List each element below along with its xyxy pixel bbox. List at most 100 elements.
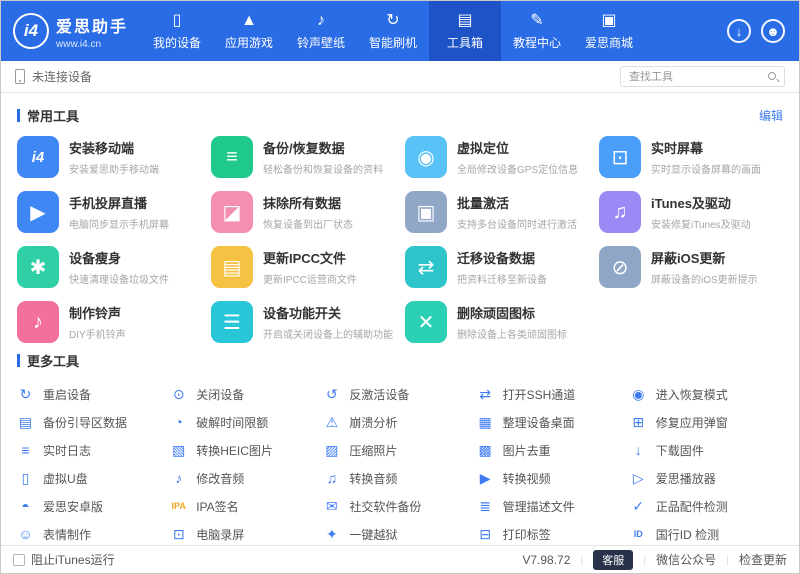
tool-text: 更新IPCC文件 更新IPCC运营商文件 xyxy=(263,248,357,286)
tool-convert-video[interactable]: ▶ 转换视频 xyxy=(477,464,630,492)
tool-screen-mirroring[interactable]: ▶ 手机投屏直播 电脑同步显示手机屏幕 xyxy=(17,190,201,234)
tool-fix-app-popup[interactable]: ⊞ 修复应用弹窗 xyxy=(630,408,783,436)
tool-i4-android[interactable]: ◓ 爱思安卓版 xyxy=(17,492,170,520)
tool-print-label[interactable]: ⊟ 打印标签 xyxy=(477,520,630,545)
nav-tutorial-center[interactable]: ✎ 教程中心 xyxy=(501,1,573,61)
tool-shutdown-device[interactable]: ⊙ 关闭设备 xyxy=(170,380,323,408)
erase-all-data-icon: ◪ xyxy=(211,191,253,233)
tool-device-switches[interactable]: ☰ 设备功能开关 开启或关闭设备上的辅助功能 xyxy=(211,300,395,344)
device-search-bar: 未连接设备 xyxy=(1,61,799,93)
edit-link[interactable]: 编辑 xyxy=(759,107,783,124)
install-mobile-icon: i4 xyxy=(17,136,59,178)
tool-backup-boot-data[interactable]: ▤ 备份引导区数据 xyxy=(17,408,170,436)
tool-virtual-usb-drive[interactable]: ▯ 虚拟U盘 xyxy=(17,464,170,492)
nav-smart-flash[interactable]: ↻ 智能刷机 xyxy=(357,1,429,61)
download-button[interactable]: ↓ xyxy=(727,19,751,43)
tool-erase-all-data[interactable]: ◪ 抹除所有数据 恢复设备到出厂状态 xyxy=(211,190,395,234)
search-icon[interactable] xyxy=(768,72,776,80)
tool-convert-audio[interactable]: ♫ 转换音频 xyxy=(323,464,476,492)
open-ssh-tunnel-icon: ⇄ xyxy=(479,385,491,402)
nav-i4-store[interactable]: ▣ 爱思商城 xyxy=(573,1,645,61)
tool-realtime-screen[interactable]: ⊡ 实时屏幕 实时显示设备屏幕的画面 xyxy=(599,135,783,179)
search-input[interactable] xyxy=(629,70,762,83)
common-tools-grid: i4 安装移动端 安装爱思助手移动端 ≡ 备份/恢复数据 轻松备份和恢复设备的资料 ◉ 虚拟定… xyxy=(17,135,783,344)
tool-update-ipcc[interactable]: ▤ 更新IPCC文件 更新IPCC运营商文件 xyxy=(211,245,395,289)
checkbox-icon[interactable] xyxy=(13,553,25,566)
tool-one-click-jailbreak[interactable]: ✦ 一键越狱 xyxy=(323,520,476,545)
device-slimming-icon: ✱ xyxy=(17,246,59,288)
tool-crash-analysis[interactable]: ⚠ 崩溃分析 xyxy=(323,408,476,436)
my-devices-icon: ▯ xyxy=(172,11,182,29)
tool-organize-home-screen[interactable]: ▦ 整理设备桌面 xyxy=(477,408,630,436)
tool-label: 打开SSH通道 xyxy=(502,387,576,402)
device-switches-icon: ☰ xyxy=(211,301,253,343)
tool-install-mobile[interactable]: i4 安装移动端 安装爱思助手移动端 xyxy=(17,135,201,179)
tool-open-ssh-tunnel[interactable]: ⇄ 打开SSH通道 xyxy=(477,380,630,408)
footer-actions: V7.98.72 | 客服 | 微信公众号 | 检查更新 xyxy=(522,549,787,570)
nav-apps-games[interactable]: ▲ 应用游戏 xyxy=(213,1,285,61)
tool-emoji-maker[interactable]: ☺ 表情制作 xyxy=(17,520,170,545)
tool-title: 迁移设备数据 xyxy=(457,251,536,266)
logo-text: 爱思助手 www.i4.cn xyxy=(56,13,128,50)
nav-toolbox[interactable]: ▤ 工具箱 xyxy=(429,1,501,61)
tool-device-slimming[interactable]: ✱ 设备瘦身 快速清理设备垃圾文件 xyxy=(17,245,201,289)
tool-enter-recovery-mode[interactable]: ◉ 进入恢复模式 xyxy=(630,380,783,408)
tool-compress-photos[interactable]: ▨ 压缩照片 xyxy=(323,436,476,464)
support-button[interactable]: 客服 xyxy=(593,549,634,570)
tool-subtitle: 电脑同步显示手机屏幕 xyxy=(69,220,169,231)
tool-label: 一键越狱 xyxy=(349,527,398,542)
app-logo[interactable]: i4 爱思助手 www.i4.cn xyxy=(1,1,141,61)
tool-batch-activation[interactable]: ▣ 批量激活 支持多台设备同时进行激活 xyxy=(405,190,589,234)
tool-title: 实时屏幕 xyxy=(651,141,704,156)
tool-migrate-device-data[interactable]: ⇄ 迁移设备数据 把资料迁移至新设备 xyxy=(405,245,589,289)
tool-restart-device[interactable]: ↻ 重启设备 xyxy=(17,380,170,408)
tool-ipa-signing[interactable]: IPA IPA签名 xyxy=(170,492,323,520)
tool-label: 图片去重 xyxy=(502,443,551,458)
wechat-link[interactable]: 微信公众号 xyxy=(656,551,716,568)
common-tools-title: 常用工具 xyxy=(27,108,80,124)
tool-manage-profiles[interactable]: ≣ 管理描述文件 xyxy=(477,492,630,520)
tutorial-center-icon: ✎ xyxy=(530,11,544,29)
tool-block-ios-update[interactable]: ⊘ 屏蔽iOS更新 屏蔽设备的iOS更新提示 xyxy=(599,245,783,289)
tool-dedupe-images[interactable]: ▩ 图片去重 xyxy=(477,436,630,464)
tool-label: 国行ID 检测 xyxy=(655,527,720,542)
tool-crack-screen-time[interactable]: ◔ 破解时间限额 xyxy=(170,408,323,436)
tool-social-app-backup[interactable]: ✉ 社交软件备份 xyxy=(323,492,476,520)
tool-edit-audio[interactable]: ♪ 修改音频 xyxy=(170,464,323,492)
device-status: 未连接设备 xyxy=(15,68,92,85)
search-box[interactable] xyxy=(620,66,785,87)
tool-label: 转换音频 xyxy=(349,471,398,486)
tool-download-firmware[interactable]: ↓ 下载固件 xyxy=(630,436,783,464)
nav-my-devices[interactable]: ▯ 我的设备 xyxy=(141,1,213,61)
tool-subtitle: 安装修复iTunes及驱动 xyxy=(651,220,751,231)
tool-deactivate-device[interactable]: ↺ 反激活设备 xyxy=(323,380,476,408)
nav-ringtones-wallpapers[interactable]: ♪ 铃声壁纸 xyxy=(285,1,357,61)
check-update-link[interactable]: 检查更新 xyxy=(739,551,787,568)
tool-i4-player[interactable]: ▷ 爱思播放器 xyxy=(630,464,783,492)
edit-audio-icon: ♪ xyxy=(175,470,183,486)
tool-itunes-driver[interactable]: ♫ iTunes及驱动 安装修复iTunes及驱动 xyxy=(599,190,783,234)
tool-virtual-location[interactable]: ◉ 虚拟定位 全局修改设备GPS定位信息 xyxy=(405,135,589,179)
tool-label: 关闭设备 xyxy=(196,387,245,402)
emoji-maker-icon: ☺ xyxy=(18,526,33,542)
deactivate-device-icon: ↺ xyxy=(326,385,338,402)
app-window: i4 爱思助手 www.i4.cn ▯ 我的设备 ▲ 应用游戏 ♪ 铃声壁纸 ↻ 智能刷机 ▤ 工… xyxy=(0,0,800,574)
tool-label: 打印标签 xyxy=(502,527,551,542)
tool-subtitle: 实时显示设备屏幕的画面 xyxy=(651,165,761,176)
tool-realtime-log[interactable]: ≡ 实时日志 xyxy=(17,436,170,464)
block-itunes-toggle[interactable]: 阻止iTunes运行 xyxy=(13,551,115,568)
tool-pc-screen-record[interactable]: ⊡ 电脑录屏 xyxy=(170,520,323,545)
tool-make-ringtone[interactable]: ♪ 制作铃声 DIY手机铃声 xyxy=(17,300,201,344)
tool-genuine-accessory-check[interactable]: ✓ 正品配件检测 xyxy=(630,492,783,520)
tool-delete-stubborn-icons[interactable]: ✕ 删除顽固图标 删除设备上各类顽固图标 xyxy=(405,300,589,344)
delete-stubborn-icons-icon: ✕ xyxy=(405,301,447,343)
batch-activation-icon: ▣ xyxy=(405,191,447,233)
tool-subtitle: 开启或关闭设备上的辅助功能 xyxy=(263,330,393,341)
tool-id-check[interactable]: ID 国行ID 检测 xyxy=(630,520,783,545)
user-account-button[interactable]: ☻ xyxy=(761,19,785,43)
tool-backup-restore[interactable]: ≡ 备份/恢复数据 轻松备份和恢复设备的资料 xyxy=(211,135,395,179)
tool-convert-heic[interactable]: ▧ 转换HEIC图片 xyxy=(170,436,323,464)
tool-title: 备份/恢复数据 xyxy=(263,141,345,156)
tool-label: 崩溃分析 xyxy=(349,415,398,430)
tool-label: 转换HEIC图片 xyxy=(196,443,273,458)
